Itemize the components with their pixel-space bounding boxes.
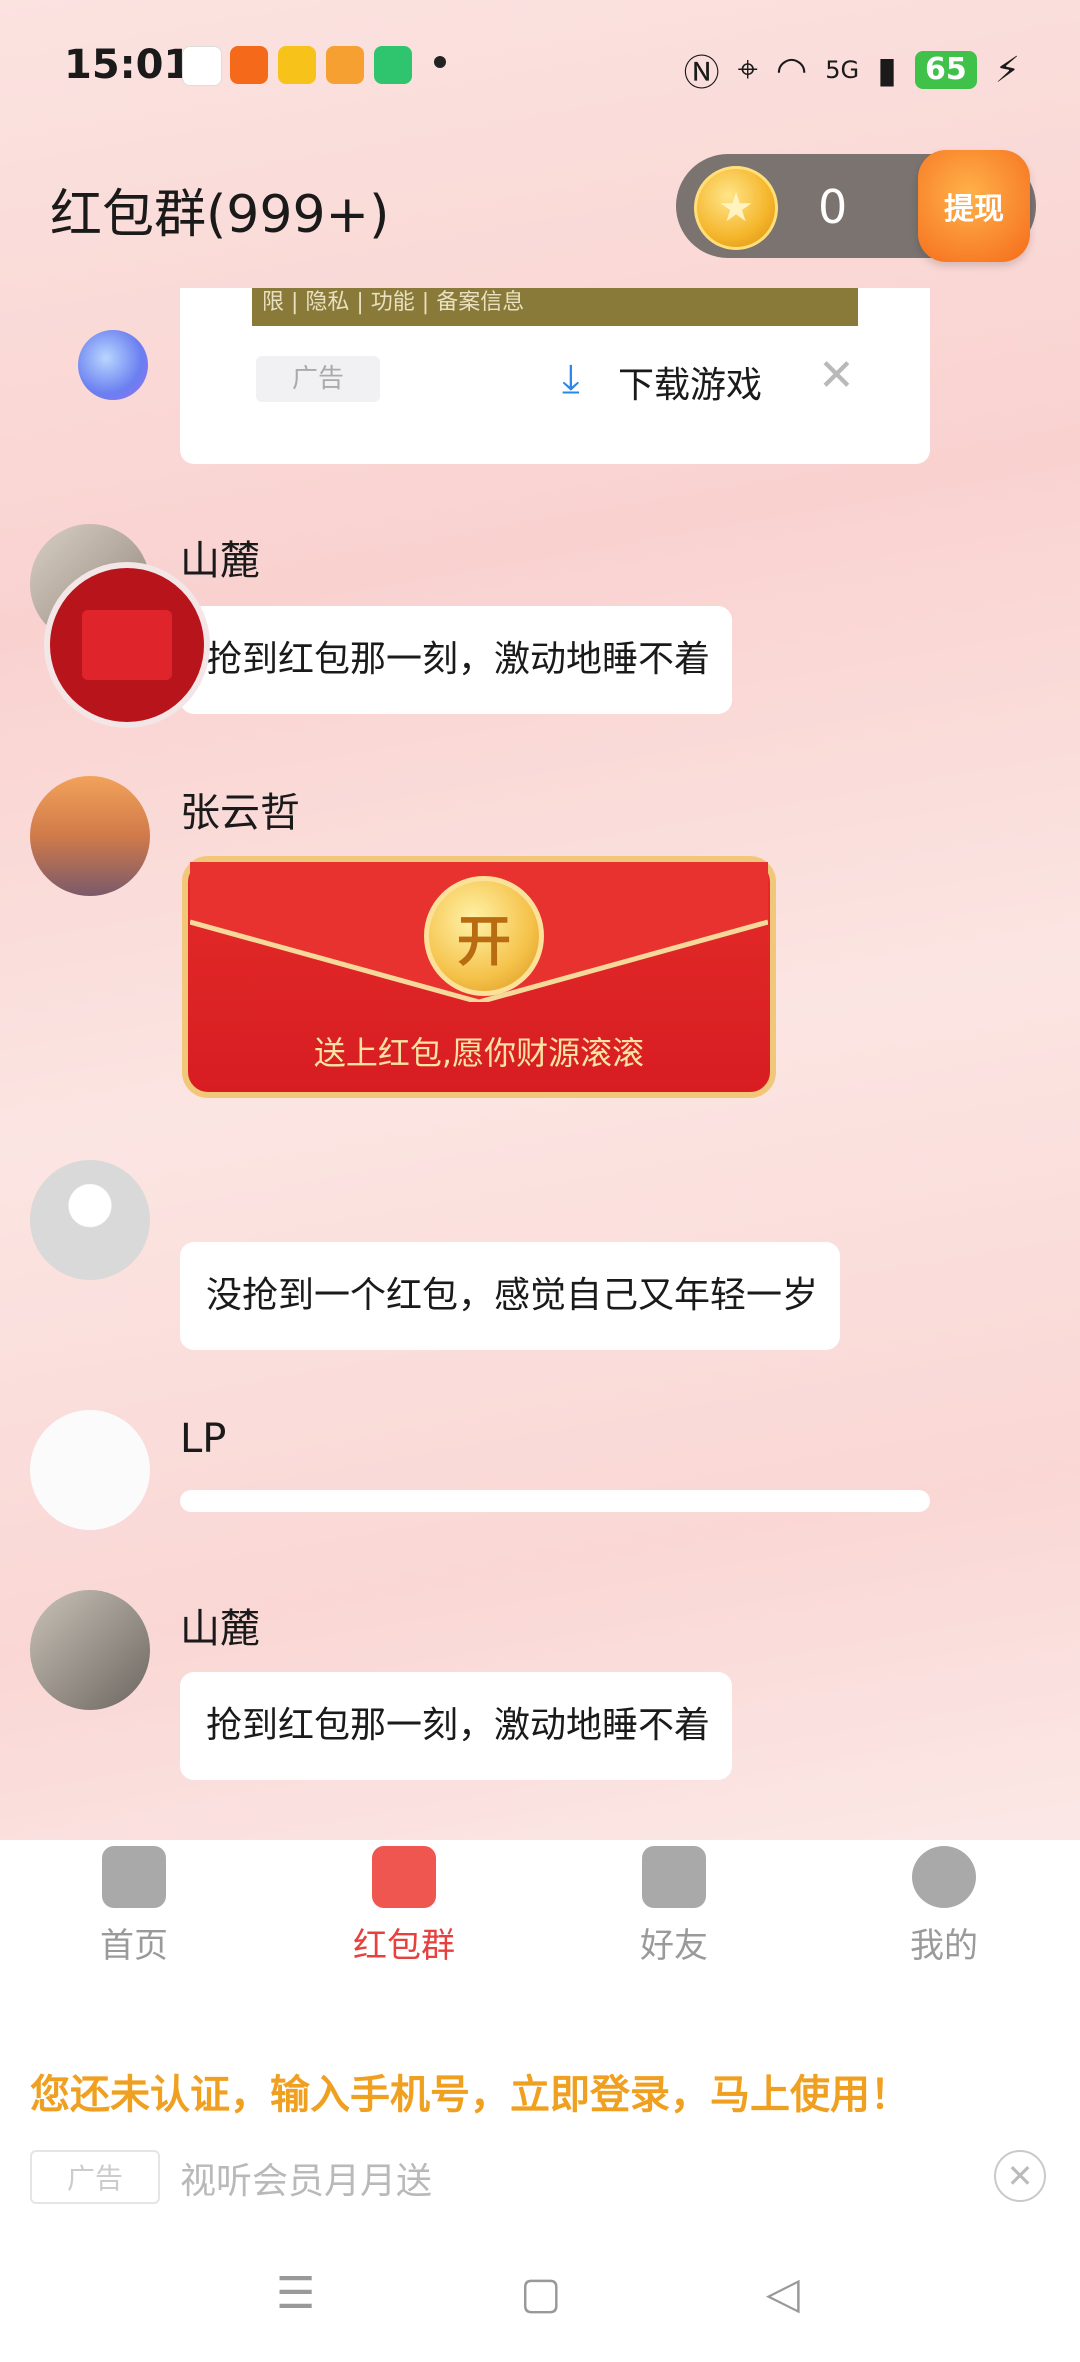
- network-type: 5G: [825, 56, 860, 84]
- home-icon: [102, 1846, 166, 1908]
- friends-icon: [642, 1846, 706, 1908]
- red-packet-text: 送上红包,愿你财源滚滚: [313, 1034, 645, 1072]
- profile-icon: [912, 1846, 976, 1908]
- message-bubble: 抢到红包那一刻，激动地睡不着: [180, 1672, 732, 1780]
- sender-name: LP: [180, 1416, 227, 1462]
- menu-icon[interactable]: ☰: [276, 2268, 315, 2319]
- battery-app-icon: [374, 46, 412, 84]
- ad-tag: 广告: [30, 2150, 160, 2204]
- page-title: 红包群(999+): [50, 185, 390, 245]
- more-notifications-dot: [434, 56, 446, 68]
- tab-label: 好友: [640, 1926, 708, 1966]
- tab-label: 我的: [910, 1926, 978, 1966]
- ad-tag: 广告: [256, 356, 380, 402]
- sender-name: 山麓: [180, 538, 260, 584]
- red-envelope-icon: [82, 610, 172, 680]
- avatar[interactable]: [30, 1590, 150, 1710]
- message-bubble: 没抢到一个红包，感觉自己又年轻一岁: [180, 1242, 840, 1350]
- announcement-speaker-icon: [78, 330, 148, 400]
- red-packet-icon: [372, 1846, 436, 1908]
- message-bubble: 抢到红包那一刻，激动地睡不着: [180, 606, 732, 714]
- download-icon: ⤓: [562, 356, 580, 402]
- tab-friends[interactable]: 好友: [584, 1846, 764, 1967]
- tab-profile[interactable]: 我的: [854, 1846, 1034, 1967]
- open-red-packet-button[interactable]: 开: [424, 876, 544, 996]
- coin-icon: ★: [694, 166, 778, 250]
- coin-count: 0: [818, 180, 848, 234]
- download-game-button[interactable]: 下载游戏: [618, 356, 762, 408]
- sender-name: 张云哲: [180, 790, 300, 836]
- close-ad-icon[interactable]: ✕: [818, 350, 855, 401]
- app-notification-icon: [230, 46, 268, 84]
- status-time: 15:01: [64, 42, 192, 88]
- sender-name: 山麓: [180, 1606, 260, 1652]
- ad-text[interactable]: 视听会员月月送: [180, 2152, 432, 2204]
- home-nav-icon[interactable]: ▢: [520, 2268, 562, 2319]
- qq-icon: [182, 46, 222, 86]
- floating-red-packet-button[interactable]: [44, 562, 210, 728]
- tab-label: 首页: [100, 1926, 168, 1966]
- tab-red-packet-group[interactable]: 红包群: [314, 1846, 494, 1967]
- app-notification-icon: [326, 46, 364, 84]
- back-icon[interactable]: ◁: [766, 2268, 800, 2319]
- signal-icon: ▮: [877, 49, 897, 91]
- withdraw-button[interactable]: 提现: [918, 150, 1030, 262]
- nfc-icon: Ⓝ: [683, 53, 720, 94]
- avatar[interactable]: [30, 1410, 150, 1530]
- weibo-icon: [278, 46, 316, 84]
- ad-info-strip: 限 | 隐私 | 功能 | 备案信息: [252, 288, 858, 326]
- charging-icon: ⚡: [994, 49, 1020, 91]
- wifi-icon: ◠: [775, 49, 808, 91]
- avatar[interactable]: [30, 776, 150, 896]
- login-notice[interactable]: 您还未认证，输入手机号，立即登录，马上使用！: [30, 2062, 910, 2120]
- close-ad-icon[interactable]: ✕: [994, 2150, 1046, 2202]
- system-icons: Ⓝ ⌖ ◠ 5G ▮ 65 ⚡: [684, 44, 1020, 96]
- status-bar: 15:01 Ⓝ ⌖ ◠ 5G ▮ 65 ⚡: [0, 0, 1080, 130]
- battery-level: 65: [914, 51, 977, 89]
- tab-home[interactable]: 首页: [44, 1846, 224, 1967]
- default-avatar[interactable]: [30, 1160, 150, 1280]
- tab-label: 红包群: [353, 1926, 455, 1966]
- message-bubble: [180, 1490, 930, 1512]
- location-icon: ⌖: [737, 49, 758, 90]
